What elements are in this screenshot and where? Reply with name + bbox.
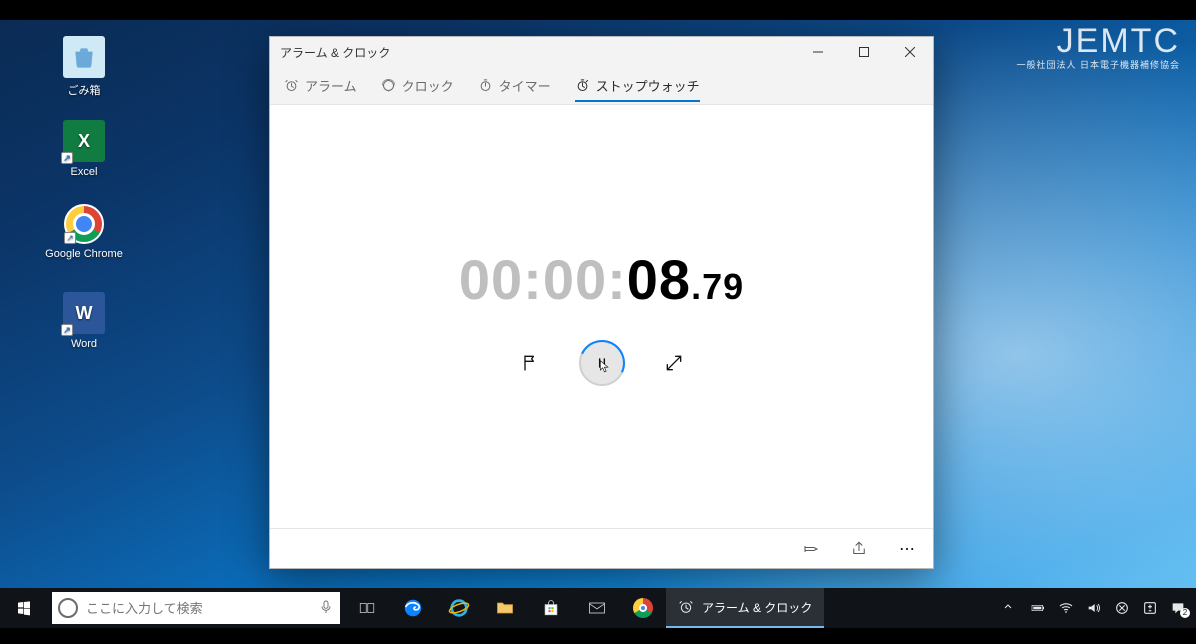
tab-clock[interactable]: クロック <box>381 70 454 101</box>
share-icon <box>850 540 868 558</box>
start-button[interactable] <box>0 588 48 628</box>
time-minutes: 00 <box>543 247 607 312</box>
ie-icon <box>448 597 470 619</box>
letterbox-bottom <box>0 628 1196 644</box>
shortcut-arrow-icon: ↗ <box>61 152 73 164</box>
taskbar-app-clock[interactable]: アラーム & クロック <box>666 588 824 628</box>
ellipsis-icon <box>898 540 916 558</box>
store-icon <box>541 598 561 618</box>
time-hours: 00 <box>459 247 523 312</box>
chrome-icon <box>633 598 653 618</box>
alarm-icon <box>678 599 694 615</box>
notification-badge: 2 <box>1180 608 1190 618</box>
chevron-up-icon <box>1002 601 1014 613</box>
task-view-button[interactable] <box>344 588 390 628</box>
desktop-icon-word[interactable]: W↗ Word <box>44 292 124 350</box>
time-display: 00:00:08.79 <box>459 247 744 312</box>
taskbar-mail[interactable] <box>574 588 620 628</box>
tray-action-center[interactable]: 2 <box>1170 600 1186 616</box>
tab-label: クロック <box>402 76 454 95</box>
stopwatch-body: 00:00:08.79 <box>270 105 933 528</box>
tab-label: ストップウォッチ <box>596 76 700 95</box>
watermark-title: JEMTC <box>1016 24 1180 58</box>
close-button[interactable] <box>887 37 933 67</box>
taskbar-explorer[interactable] <box>482 588 528 628</box>
titlebar[interactable]: アラーム & クロック <box>270 37 933 67</box>
search-input[interactable] <box>86 601 312 616</box>
word-icon: W↗ <box>63 292 105 334</box>
pause-button[interactable] <box>579 340 625 386</box>
tab-label: アラーム <box>305 76 357 95</box>
taskbar: アラーム & クロック 2 <box>0 588 1196 628</box>
expand-icon <box>664 353 684 373</box>
expand-button[interactable] <box>663 352 685 374</box>
tab-alarm[interactable]: アラーム <box>284 70 357 101</box>
share-button[interactable] <box>847 537 871 561</box>
taskbar-ie[interactable] <box>436 588 482 628</box>
alarm-icon <box>284 78 299 93</box>
taskbar-app-label: アラーム & クロック <box>702 599 812 616</box>
edge-icon <box>402 597 424 619</box>
desktop-icon-excel[interactable]: X↗ Excel <box>44 120 124 178</box>
more-button[interactable] <box>895 537 919 561</box>
task-view-icon <box>358 599 376 617</box>
tab-label: タイマー <box>499 76 551 95</box>
tray-battery[interactable] <box>1030 600 1046 616</box>
clock-icon <box>381 78 396 93</box>
time-frac: 79 <box>702 266 744 307</box>
tray-overflow[interactable] <box>998 601 1018 616</box>
flag-icon <box>520 353 540 373</box>
taskbar-edge[interactable] <box>390 588 436 628</box>
minimize-button[interactable] <box>795 37 841 67</box>
tray-volume[interactable] <box>1086 600 1102 616</box>
recycle-bin-icon <box>63 36 105 78</box>
ime-icon <box>1142 600 1158 616</box>
desktop-icon-chrome[interactable]: ↗ Google Chrome <box>44 204 124 260</box>
time-seconds: 08 <box>627 247 691 312</box>
tray-wifi[interactable] <box>1058 600 1074 616</box>
excel-icon: X↗ <box>63 120 105 162</box>
cortana-icon <box>58 598 78 618</box>
jemtc-watermark: JEMTC 一般社団法人 日本電子機器補修協会 <box>1016 24 1180 71</box>
mic-icon[interactable] <box>318 599 334 618</box>
taskbar-chrome[interactable] <box>620 588 666 628</box>
taskbar-search[interactable] <box>52 592 340 624</box>
letterbox-top <box>0 0 1196 20</box>
wifi-icon <box>1058 600 1074 616</box>
folder-icon <box>495 598 515 618</box>
mail-icon <box>587 598 607 618</box>
circle-x-icon <box>1114 600 1130 616</box>
window-title: アラーム & クロック <box>280 44 390 61</box>
shortcut-arrow-icon: ↗ <box>61 324 73 336</box>
system-tray: 2 <box>988 600 1196 616</box>
taskbar-store[interactable] <box>528 588 574 628</box>
tray-region[interactable] <box>1114 600 1130 616</box>
desktop-icon-label: Excel <box>44 166 124 178</box>
tray-ime[interactable] <box>1142 600 1158 616</box>
desktop-icon-label: Word <box>44 338 124 350</box>
windows-icon <box>16 600 32 616</box>
chrome-icon: ↗ <box>64 204 104 244</box>
tab-stopwatch[interactable]: ストップウォッチ <box>575 70 700 101</box>
desktop-icon-label: Google Chrome <box>44 248 124 260</box>
pin-button[interactable] <box>799 537 823 561</box>
mouse-cursor-icon <box>598 359 612 378</box>
stopwatch-icon <box>575 78 590 93</box>
watermark-subtitle: 一般社団法人 日本電子機器補修協会 <box>1016 58 1180 71</box>
desktop-icon-recycle-bin[interactable]: ごみ箱 <box>44 36 124 98</box>
lap-button[interactable] <box>519 352 541 374</box>
maximize-button[interactable] <box>841 37 887 67</box>
battery-icon <box>1030 599 1046 617</box>
window-footer <box>270 528 933 568</box>
volume-icon <box>1086 600 1102 616</box>
clock-app-window: アラーム & クロック アラーム クロック タイマー <box>269 36 934 569</box>
shortcut-arrow-icon: ↗ <box>64 232 76 244</box>
stopwatch-controls <box>519 340 685 386</box>
tab-timer[interactable]: タイマー <box>478 70 551 101</box>
desktop-icon-label: ごみ箱 <box>44 82 124 98</box>
timer-icon <box>478 78 493 93</box>
tab-bar: アラーム クロック タイマー ストップウォッチ <box>270 67 933 105</box>
pin-icon <box>802 540 820 558</box>
